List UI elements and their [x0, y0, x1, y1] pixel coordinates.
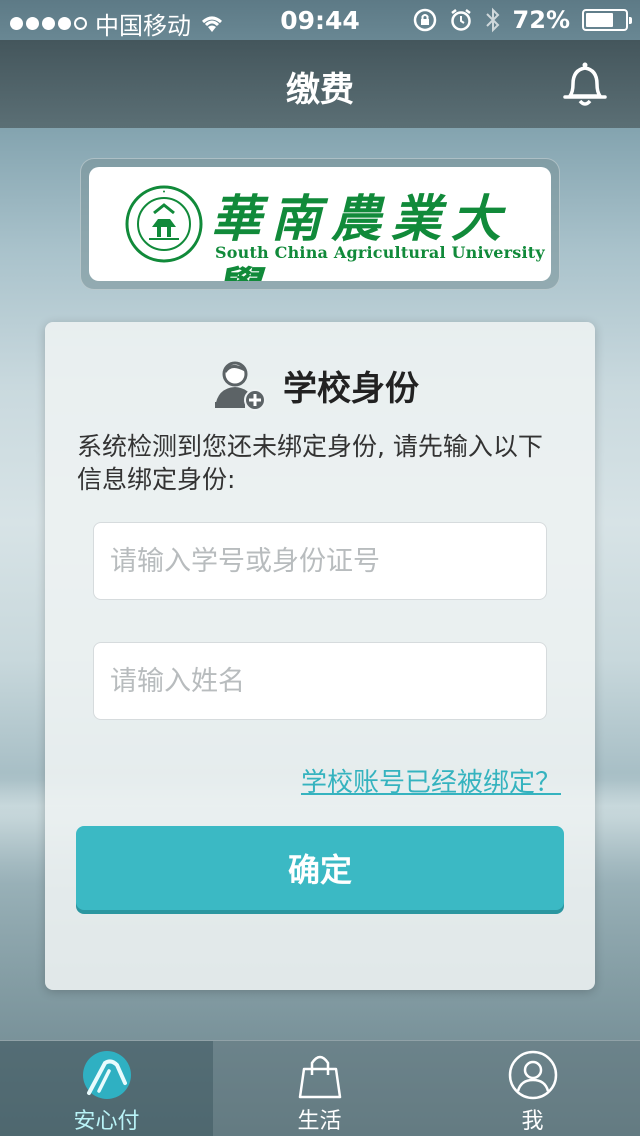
tab-label: 生活 [297, 1109, 342, 1134]
tab-me[interactable]: 我 [426, 1041, 639, 1136]
battery-percent: 72% [512, 6, 570, 34]
university-seal-icon [125, 185, 203, 263]
university-chinese-name: 華南農業大學 [211, 189, 511, 281]
alarm-icon [450, 9, 471, 31]
bluetooth-icon [485, 7, 499, 33]
rotation-lock-icon [413, 8, 436, 32]
account-already-bound-link[interactable]: 学校账号已经被绑定？ [301, 762, 561, 799]
university-logo-frame: 華南農業大學 South China Agricultural Universi… [80, 158, 560, 290]
battery-icon [582, 9, 632, 31]
status-right: 72% [413, 6, 632, 34]
tab-label: 我 [521, 1109, 544, 1134]
name-input[interactable] [93, 642, 547, 720]
identity-header: 学校身份 [213, 358, 419, 412]
anxinfu-icon [82, 1051, 131, 1099]
bell-icon[interactable] [560, 58, 610, 110]
tab-life[interactable]: 生活 [213, 1041, 426, 1136]
nav-bar: 缴费 [0, 40, 640, 128]
status-bar: 中国移动 09:44 72% [0, 0, 640, 40]
identity-card: 学校身份 系统检测到您还未绑定身份, 请先输入以下信息绑定身份: 学校账号已经被… [45, 322, 595, 990]
page-title: 缴费 [286, 70, 354, 110]
battery-fill [586, 13, 614, 27]
student-id-input[interactable] [93, 522, 547, 600]
user-add-icon [215, 361, 266, 411]
identity-title: 学校身份 [283, 368, 419, 409]
identity-description: 系统检测到您还未绑定身份, 请先输入以下信息绑定身份: [77, 432, 543, 494]
tab-label: 安心付 [73, 1109, 140, 1134]
tab-anxinfu[interactable]: 安心付 [0, 1041, 213, 1136]
university-english-name: South China Agricultural University [215, 243, 545, 262]
tab-bar: 安心付 生活 我 [0, 1040, 640, 1136]
university-logo: 華南農業大學 South China Agricultural Universi… [89, 167, 551, 281]
confirm-button[interactable]: 确定 [76, 826, 564, 910]
user-icon [508, 1050, 557, 1100]
shopping-bag-icon [298, 1055, 341, 1099]
